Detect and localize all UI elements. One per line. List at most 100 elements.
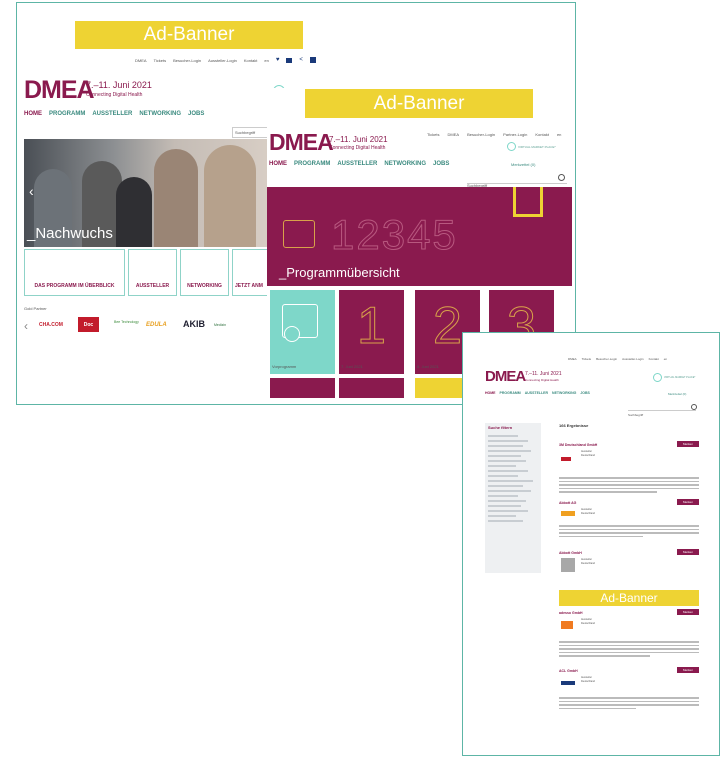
nav-networking[interactable]: NETWORKING [552,391,576,395]
tile-row-2[interactable] [270,378,335,398]
topbar-link[interactable]: Tickets [427,132,440,137]
merkzettel-link[interactable]: Merkzettel (0) [668,392,686,396]
nav-networking[interactable]: NETWORKING [139,111,181,117]
topbar-link[interactable]: DMEA [568,357,577,361]
logo-mark-icon [513,187,543,217]
nav-programm[interactable]: PROGRAMM [49,111,85,117]
merken-button[interactable]: Merken [677,441,699,447]
nav-home[interactable]: HOME [269,161,287,167]
merkzettel-link[interactable]: Merkzettel (0) [511,162,535,167]
topbar-link[interactable]: Besucher-Login [173,58,201,63]
result-item[interactable]: Abbott AG Aussteller Deutschland Merken [559,499,699,516]
nav-programm[interactable]: PROGRAMM [500,391,521,395]
tile-programm[interactable]: DAS PROGRAMM IM ÜBERBLICK [24,249,125,296]
hero-prev-arrow[interactable]: ‹ [29,183,34,199]
nav-jobs[interactable]: JOBS [188,111,204,117]
event-tagline: Connecting Digital Health [86,92,143,98]
merken-button[interactable]: Merken [677,499,699,505]
nav-home[interactable]: HOME [24,111,42,117]
tile-vorprogramm[interactable] [270,290,335,374]
topbar-link[interactable]: Tickets [582,357,591,361]
logo[interactable]: DMEA [269,129,334,156]
ad-banner[interactable]: Ad-Banner [305,89,533,118]
topbar-link[interactable]: Aussteller-Login [208,58,237,63]
partner-logo[interactable]: AKIB [183,319,205,329]
result-country: Deutschland [581,512,595,515]
hero-caption: _Programmübersicht [279,265,400,280]
topbar-link[interactable]: en [264,58,268,63]
topbar-link[interactable]: DMEA [448,132,460,137]
youtube-icon[interactable] [286,57,293,63]
ad-banner[interactable]: Ad-Banner [75,21,303,49]
topbar-link[interactable]: en [557,132,561,137]
logo[interactable]: DMEA [485,368,526,385]
topbar-link[interactable]: Partner-Login [503,132,527,137]
result-country: Deutschland [581,680,595,683]
topbar-link[interactable]: Besucher-Login [596,357,617,361]
hero-caption: _Nachwuchs [27,225,113,242]
filter-list[interactable] [485,435,541,522]
search-icon[interactable] [691,404,697,410]
search-input[interactable]: Suchbegriff [628,403,696,417]
tile-day-1[interactable]: 1 [339,290,404,374]
linkedin-icon[interactable] [309,57,316,63]
virtual-marketplace-badge[interactable]: VIRTUAL MARKET PLACE* [507,142,556,151]
result-type: Aussteller [581,618,592,621]
nav-aussteller[interactable]: AUSSTELLER [337,161,377,167]
event-tagline: Connecting Digital Health [329,145,386,151]
nav-networking[interactable]: NETWORKING [384,161,426,167]
result-item[interactable]: Abbott GmbH Aussteller Deutschland Merke… [559,549,699,572]
merken-button[interactable]: Merken [677,609,699,615]
result-logo [561,558,575,572]
result-item[interactable]: ACL GmbH Aussteller Deutschland Merken [559,667,699,685]
partner-logo[interactable]: CHA.COM [39,322,63,328]
partners-heading: Gold Partner [24,306,47,311]
tile-aussteller[interactable]: AUSSTELLER [128,249,177,296]
topbar-link[interactable]: en [664,357,667,361]
tile-row-2[interactable] [339,378,404,398]
nav-aussteller[interactable]: AUSSTELLER [92,111,132,117]
merken-button[interactable]: Merken [677,667,699,673]
result-item[interactable]: 3M Deutschland GmbH Aussteller Deutschla… [559,441,699,461]
result-type: Aussteller [581,450,592,453]
event-date: 7.–11. Juni 2021 [329,135,388,144]
search-input[interactable]: Suchbegriff [467,174,567,188]
tile-networking[interactable]: NETWORKING [180,249,229,296]
result-logo [561,621,573,629]
logo[interactable]: DMEA [24,76,95,105]
topbar-link[interactable]: Kontakt [244,58,258,63]
topbar-link[interactable]: Kontakt [649,357,659,361]
calendar-icon [283,220,315,248]
twitter-icon[interactable]: ♥ [276,57,280,63]
topbar-link[interactable]: Kontakt [535,132,549,137]
nav-jobs[interactable]: JOBS [433,161,449,167]
virtual-label: VIRTUAL MARKET PLACE* [518,144,556,149]
share-icon[interactable]: < [299,57,303,63]
nav-jobs[interactable]: JOBS [580,391,590,395]
topbar-link[interactable]: DMEA [135,58,147,63]
topbar-link[interactable]: Tickets [154,58,167,63]
ad-banner[interactable]: Ad-Banner [559,590,699,606]
nav-home[interactable]: HOME [485,391,496,395]
result-description [559,475,699,495]
partner-logo[interactable]: EDULA [146,322,167,328]
topbar-link[interactable]: Aussteller-Login [622,357,644,361]
merken-button[interactable]: Merken [677,549,699,555]
hero-banner: 12345 _Programmübersicht [267,187,572,286]
top-bar: DMEA Tickets Besucher-Login Aussteller-L… [135,57,316,63]
partner-logo[interactable]: Medizin [214,323,226,327]
partner-logo[interactable]: Bee Technology [114,320,139,324]
nav-programm[interactable]: PROGRAMM [294,161,330,167]
partners-prev-arrow[interactable]: ‹ [24,319,28,333]
virtual-marketplace-badge[interactable]: VIRTUAL MARKET PLACE* [653,373,695,382]
topbar-link[interactable]: Besucher-Login [467,132,495,137]
result-item[interactable]: adesso GmbH Aussteller Deutschland Merke… [559,609,699,629]
result-type: Aussteller [581,676,592,679]
main-nav: HOME PROGRAMM AUSSTELLER NETWORKING JOBS [269,161,449,167]
partner-logo[interactable]: Doc [78,317,99,332]
result-description [559,695,699,711]
main-nav: HOME PROGRAMM AUSSTELLER NETWORKING JOBS [24,111,204,117]
search-icon[interactable] [558,174,565,181]
event-date: 7.–11. Juni 2021 [86,80,152,90]
nav-aussteller[interactable]: AUSSTELLER [525,391,548,395]
